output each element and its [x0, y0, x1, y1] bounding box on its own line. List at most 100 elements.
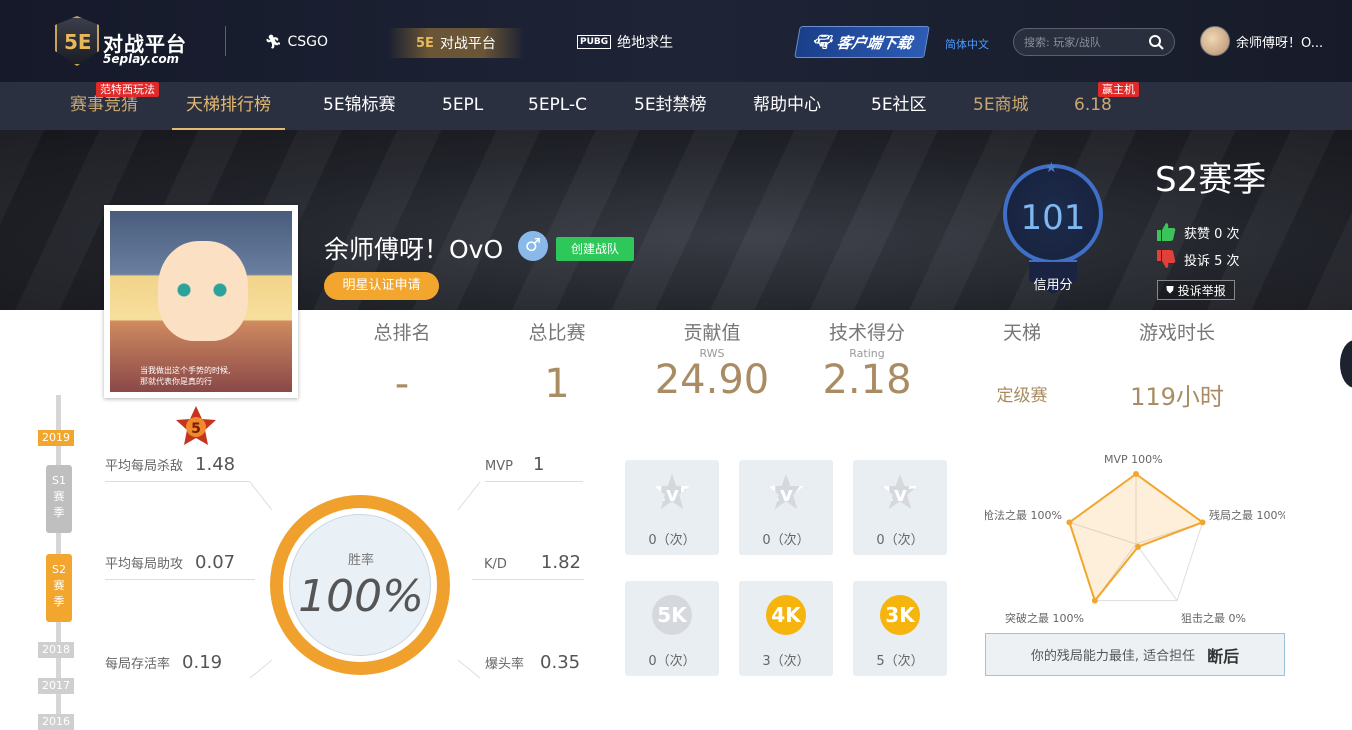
radar-label-sniper: 狙击之最 0%	[1181, 612, 1246, 625]
clutch-1v3: 1v3 0（次）	[853, 460, 947, 555]
tab-pubg[interactable]: PUBG 绝地求生	[577, 30, 673, 54]
likes-label: 获赞 0 次	[1184, 226, 1240, 242]
divider	[225, 26, 226, 56]
win-rate-ring: 胜率 100%	[270, 495, 450, 675]
stat-label: 游戏时长	[1138, 322, 1215, 344]
credit-value: 101	[1020, 198, 1086, 238]
complaints-label: 投诉 5 次	[1184, 253, 1240, 269]
user-menu[interactable]: 余师傅呀！O...	[1200, 26, 1323, 56]
radar-point	[1135, 543, 1142, 550]
nav-item-5epl[interactable]: 5EPL	[428, 82, 497, 130]
site-logo[interactable]: 5E 对战平台 5eplay.com	[55, 12, 195, 70]
create-team-button[interactable]: 创建战队	[556, 237, 634, 261]
rank-badge-icon: 5	[176, 406, 216, 445]
stat-label: 贡献值	[683, 322, 741, 344]
clutch-1v4: 1v4 0（次）	[739, 460, 833, 555]
nav-item-help[interactable]: 帮助中心	[739, 82, 835, 130]
main-nav: 赛事竞猜 范特西玩法 天梯排行榜 5E锦标赛 5EPL 5EPL-C 5E封禁榜…	[0, 82, 1352, 130]
mvp-count: MVP 1	[485, 454, 583, 482]
clutch-count: 0（次）	[876, 533, 924, 548]
stat-label: 总比赛	[528, 322, 586, 344]
tab-csgo-label: CSGO	[287, 34, 329, 50]
season-title: S2赛季	[1155, 160, 1267, 200]
clutch-1v3-badge: 1v3	[882, 474, 918, 510]
language-switch[interactable]: 简体中文	[945, 36, 989, 52]
stat-value: 119小时	[1130, 383, 1224, 411]
stat-label: 天梯	[1002, 322, 1041, 344]
timeline-year-2019[interactable]: 2019	[38, 430, 74, 446]
headshot-rate: 爆头率 0.35	[485, 652, 581, 673]
radar-label-aim: 枪法之最 100%	[985, 509, 1062, 522]
nav-item-community[interactable]: 5E社区	[857, 82, 941, 130]
search-input[interactable]	[1024, 33, 1142, 51]
logo-badge: 5E	[55, 16, 99, 66]
nav-item-shop[interactable]: 5E商城	[959, 82, 1043, 130]
nav-tag-bet: 范特西玩法	[96, 82, 159, 97]
5e-icon: 5E	[416, 35, 434, 51]
avatar-image: 当我做出这个手势的时候, 那就代表你是真的行	[110, 211, 292, 392]
client-download-button[interactable]: 🔫︎ 客户端下载	[794, 26, 930, 58]
report-button[interactable]: ⛊ 投诉举报	[1157, 280, 1235, 300]
radar-label-clutch: 残局之最 100%	[1209, 509, 1285, 522]
clutch-1v5-badge: 1v5	[654, 474, 690, 510]
nav-item-5epl-c[interactable]: 5EPL-C	[514, 82, 601, 130]
win-rate-label: 胜率	[347, 553, 374, 568]
multikill-4k-badge: 4K	[766, 595, 806, 635]
star-icon: ★	[1045, 160, 1058, 176]
stat-play-time: 游戏时长 119小时	[1112, 318, 1242, 412]
radar-chart	[1066, 471, 1206, 604]
radar-point	[1133, 471, 1139, 477]
radar-area	[1068, 472, 1205, 603]
radar-point	[1091, 597, 1098, 604]
ability-radar: MVP 100% 残局之最 100% 狙击之最 0% 突破之最 100% 枪法之…	[985, 445, 1285, 630]
tab-csgo[interactable]: 🏃︎ CSGO	[265, 30, 328, 54]
nav-item-championship[interactable]: 5E锦标赛	[309, 82, 410, 130]
shield-icon: ⛊	[1166, 284, 1174, 296]
search-icon[interactable]	[1148, 34, 1164, 50]
radar-label-entry: 突破之最 100%	[1005, 612, 1084, 625]
avg-kills: 平均每局杀敌 1.48	[105, 454, 250, 482]
radar-role: 断后	[1207, 646, 1240, 666]
logo-subtitle: 5eplay.com	[103, 52, 180, 66]
stat-value: 定级赛	[996, 386, 1048, 406]
player-name: 余师傅呀！OvO	[324, 235, 504, 264]
stat-value: 2.18	[822, 357, 912, 403]
timeline-season-s1[interactable]: S1 赛季	[46, 465, 72, 533]
timeline-year-2016[interactable]: 2016	[38, 714, 74, 730]
gender-male-icon: ♂	[518, 231, 548, 261]
top-bar: 5E 对战平台 5eplay.com 🏃︎ CSGO 5E 对战平台 PUBG …	[0, 0, 1352, 82]
multikill-3k: 3K 5（次）	[853, 581, 947, 676]
complaints-count: 投诉 5 次	[1156, 249, 1240, 269]
timeline-season-s2[interactable]: S2 赛季	[46, 554, 72, 622]
timeline-year-2018[interactable]: 2018	[38, 642, 74, 658]
multikill-4k: 4K 3（次）	[739, 581, 833, 676]
nav-item-ladder[interactable]: 天梯排行榜	[172, 82, 285, 130]
multikill-5k-badge: 5K	[652, 595, 692, 635]
profile-avatar: 当我做出这个手势的时候, 那就代表你是真的行	[104, 205, 298, 398]
stat-label: 技术得分	[828, 322, 905, 344]
nav-tag-sale: 赢主机	[1098, 82, 1139, 97]
stat-value: 24.90	[654, 357, 770, 403]
soldier-icon: 🏃︎	[265, 34, 282, 50]
timeline-year-2017[interactable]: 2017	[38, 678, 74, 694]
clutch-1v5: 1v5 0（次）	[625, 460, 719, 555]
report-label: 投诉举报	[1177, 283, 1226, 298]
side-widget[interactable]	[1340, 340, 1352, 388]
avg-assists: 平均每局助攻 0.07	[105, 552, 255, 580]
thumbs-up-icon	[1157, 223, 1176, 241]
pubg-icon: PUBG	[577, 35, 612, 49]
celebrity-verify-button[interactable]: 明星认证申请	[324, 272, 439, 300]
clutch-count: 0（次）	[762, 533, 810, 548]
tab-5e-platform[interactable]: 5E 对战平台	[388, 28, 524, 58]
stat-value: -	[394, 361, 410, 407]
stat-label: 总排名	[373, 322, 431, 344]
radar-note: 你的残局能力最佳, 适合担任	[1030, 649, 1196, 664]
survival-rate: 每局存活率 0.19	[105, 652, 223, 673]
radar-axis	[1135, 543, 1178, 601]
nav-item-ban-list[interactable]: 5E封禁榜	[620, 82, 721, 130]
credit-score: ★ 101 信用分	[999, 160, 1107, 295]
credit-label: 信用分	[1033, 278, 1073, 293]
stat-rws: 贡献值 RWS 24.90	[647, 318, 777, 403]
tab-pubg-label: 绝地求生	[617, 35, 674, 51]
stat-total-matches: 总比赛 1	[492, 318, 622, 407]
